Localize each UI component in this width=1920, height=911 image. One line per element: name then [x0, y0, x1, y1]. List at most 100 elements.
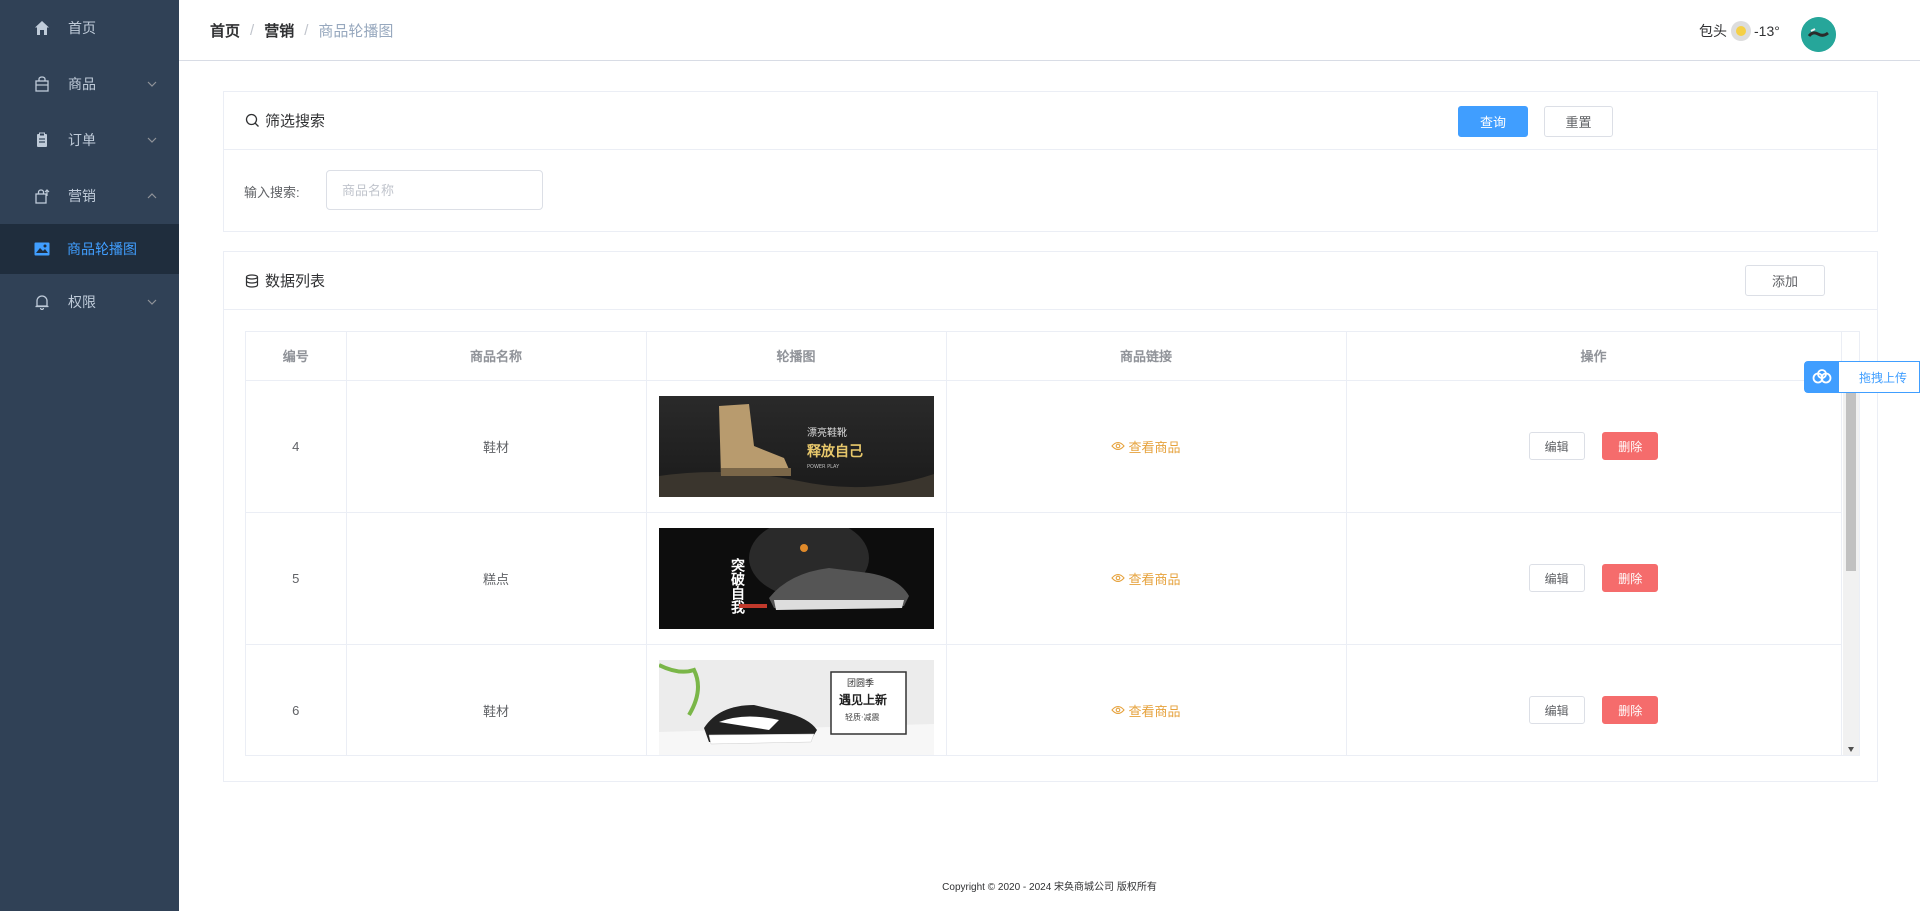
- main-content: 筛选搜索 查询 重置 输入搜索: 数据列表 添加 编号: [179, 61, 1920, 911]
- cloud-upload-icon: [1805, 362, 1839, 392]
- filter-form: 输入搜索:: [224, 150, 1877, 231]
- cell-id: 5: [246, 512, 347, 645]
- column-header-id: 编号: [246, 332, 347, 381]
- add-button[interactable]: 添加: [1745, 265, 1825, 296]
- table-row: 5 糕点 突破自我 查看商品 编辑 删除: [246, 512, 1842, 645]
- column-header-banner: 轮播图: [646, 332, 947, 381]
- cell-name: 糕点: [346, 512, 647, 645]
- reset-button[interactable]: 重置: [1544, 106, 1613, 137]
- view-goods-link[interactable]: 查看商品: [1111, 437, 1181, 456]
- svg-text:释放自己: 释放自己: [807, 443, 863, 460]
- view-goods-label: 查看商品: [1128, 703, 1181, 719]
- view-goods-label: 查看商品: [1128, 439, 1181, 455]
- sidebar-item-label: 首页: [68, 20, 96, 36]
- view-goods-link[interactable]: 查看商品: [1111, 569, 1181, 588]
- cell-banner: 突破自我: [646, 512, 947, 645]
- breadcrumb-separator: /: [304, 22, 309, 39]
- sidebar-item-label: 营销: [68, 188, 96, 204]
- banner-image-new-arrival: 团圆季 遇见上新 轻质·减震: [658, 659, 934, 755]
- database-icon: [245, 273, 261, 289]
- chevron-down-icon: [147, 79, 157, 89]
- filter-card-header: 筛选搜索 查询 重置: [224, 92, 1877, 150]
- picture-icon: [33, 240, 51, 258]
- column-header-name: 商品名称: [346, 332, 647, 381]
- filter-card: 筛选搜索 查询 重置 输入搜索:: [223, 91, 1878, 232]
- cell-id: 6: [246, 644, 347, 755]
- svg-text:漂亮鞋靴: 漂亮鞋靴: [807, 426, 847, 439]
- column-header-actions: 操作: [1346, 332, 1842, 381]
- cell-actions: 编辑 删除: [1346, 512, 1842, 645]
- sidebar-item-label: 权限: [68, 294, 96, 310]
- svg-text:遇见上新: 遇见上新: [839, 692, 887, 707]
- svg-text:轻质·减震: 轻质·减震: [845, 712, 880, 722]
- cell-actions: 编辑 删除: [1346, 380, 1842, 513]
- scrollbar-thumb[interactable]: [1846, 393, 1856, 571]
- sidebar: 首页 商品 订单 营销 商品轮播图 权限: [0, 0, 179, 911]
- chevron-down-icon: [147, 297, 157, 307]
- breadcrumb-home[interactable]: 首页: [210, 20, 240, 41]
- bell-icon: [33, 293, 51, 311]
- drag-upload-label: 拖拽上传: [1859, 370, 1908, 385]
- edit-button[interactable]: 编辑: [1528, 564, 1585, 592]
- breadcrumb-current: 商品轮播图: [318, 23, 394, 40]
- query-button[interactable]: 查询: [1458, 106, 1528, 137]
- banner-image-boot: 漂亮鞋靴 释放自己 POWER PLAY: [658, 395, 934, 497]
- top-navbar: 首页 / 营销 / 商品轮播图 包头 -13°: [179, 0, 1920, 61]
- cell-banner: 团圆季 遇见上新 轻质·减震: [646, 644, 947, 755]
- home-icon: [33, 19, 51, 37]
- clipboard-icon: [33, 131, 51, 149]
- data-list-card: 数据列表 添加 编号 商品名称 轮播图 商品链接 操作 4 鞋材 漂亮鞋靴 释放…: [223, 251, 1878, 782]
- delete-button[interactable]: 删除: [1602, 564, 1659, 592]
- view-goods-link[interactable]: 查看商品: [1111, 701, 1181, 720]
- cell-banner: 漂亮鞋靴 释放自己 POWER PLAY: [646, 380, 947, 513]
- sidebar-item-carousel[interactable]: 商品轮播图: [0, 224, 179, 274]
- cell-id: 4: [246, 380, 347, 513]
- cell-link: 查看商品: [946, 380, 1347, 513]
- weather-temp: -13°: [1754, 23, 1780, 39]
- drag-upload-widget[interactable]: 拖拽上传: [1804, 361, 1920, 393]
- eye-icon: [1111, 705, 1126, 715]
- sun-icon: [1731, 21, 1751, 41]
- table-row: 4 鞋材 漂亮鞋靴 释放自己 POWER PLAY 查看商品 编辑 删除: [246, 380, 1842, 513]
- delete-button[interactable]: 删除: [1602, 432, 1659, 460]
- cell-link: 查看商品: [946, 512, 1347, 645]
- filter-title: 筛选搜索: [265, 113, 326, 130]
- svg-text:团圆季: 团圆季: [847, 677, 874, 689]
- column-header-link: 商品链接: [946, 332, 1347, 381]
- search-icon: [245, 113, 261, 129]
- sidebar-item-goods[interactable]: 商品: [0, 56, 179, 112]
- data-table: 编号 商品名称 轮播图 商品链接 操作 4 鞋材 漂亮鞋靴 释放自己 POWER…: [245, 331, 1860, 756]
- edit-button[interactable]: 编辑: [1528, 696, 1585, 724]
- table-scrollbar[interactable]: [1843, 380, 1859, 755]
- svg-text:POWER PLAY: POWER PLAY: [807, 464, 840, 470]
- sidebar-item-marketing[interactable]: 营销: [0, 168, 179, 224]
- avatar[interactable]: [1801, 17, 1836, 52]
- sidebar-item-label: 订单: [68, 132, 96, 148]
- search-input-label: 输入搜索:: [244, 185, 300, 200]
- chevron-down-icon: [147, 135, 157, 145]
- breadcrumb-separator: /: [250, 22, 255, 39]
- weather-city: 包头: [1699, 23, 1727, 39]
- sidebar-item-home[interactable]: 首页: [0, 0, 179, 56]
- delete-button[interactable]: 删除: [1602, 696, 1659, 724]
- sidebar-item-label: 商品轮播图: [67, 241, 137, 257]
- cell-name: 鞋材: [346, 644, 647, 755]
- breadcrumb: 首页 / 营销 / 商品轮播图: [210, 20, 393, 41]
- sidebar-item-order[interactable]: 订单: [0, 112, 179, 168]
- cell-link: 查看商品: [946, 644, 1347, 755]
- shopping-bag-icon: [33, 75, 51, 93]
- weather-widget: 包头 -13°: [1699, 21, 1780, 41]
- scroll-down-arrow-icon[interactable]: [1848, 747, 1854, 752]
- data-list-header: 数据列表 添加: [224, 252, 1877, 310]
- view-goods-label: 查看商品: [1128, 571, 1181, 587]
- sidebar-item-permission[interactable]: 权限: [0, 274, 179, 330]
- chevron-up-icon: [147, 191, 157, 201]
- edit-button[interactable]: 编辑: [1528, 432, 1585, 460]
- marketing-bag-icon: [33, 187, 51, 205]
- banner-image-sneaker: 突破自我: [658, 527, 934, 629]
- cell-actions: 编辑 删除: [1346, 644, 1842, 755]
- search-input[interactable]: [326, 170, 543, 210]
- breadcrumb-marketing[interactable]: 营销: [264, 20, 294, 41]
- table-row: 6 鞋材 团圆季 遇见上新 轻质·减震 查看商品 编辑 删除: [246, 644, 1842, 755]
- footer-copyright: Copyright © 2020 - 2024 宋奂商城公司 版权所有: [942, 882, 1157, 893]
